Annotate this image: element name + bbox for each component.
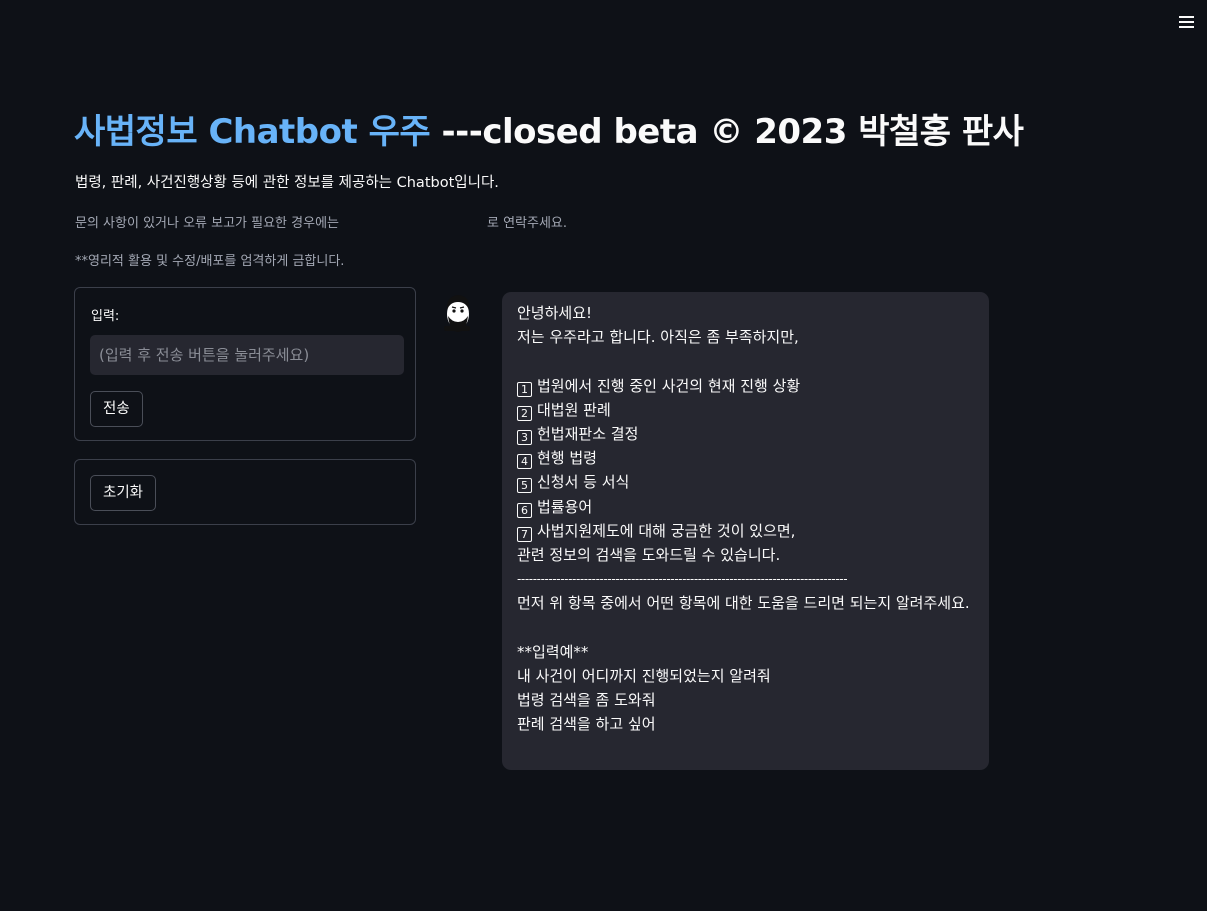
closing-line: 관련 정보의 검색을 도와드릴 수 있습니다.: [517, 546, 781, 565]
usage-notice: **영리적 활용 및 수정/배포를 엄격하게 금합니다.: [75, 254, 345, 269]
example-header: **입력예**: [517, 642, 589, 661]
message-input[interactable]: [90, 335, 404, 375]
input-label: 입력:: [91, 309, 120, 324]
list-item: 6 법률용어: [517, 495, 974, 519]
example-line: 내 사건이 어디까지 진행되었는지 알려줘: [517, 667, 771, 686]
question-line: 먼저 위 항목 중에서 어떤 항목에 대한 도움을 드리면 되는지 알려주세요.: [517, 594, 970, 613]
contact-line: 문의 사항이 있거나 오류 보고가 필요한 경우에는 로 연락주세요.: [75, 212, 567, 231]
list-item-text: 사법지원제도에 대해 궁금한 것이 있으면,: [537, 521, 796, 540]
contact-text-before: 문의 사항이 있거나 오류 보고가 필요한 경우에는: [75, 216, 339, 231]
list-item-text: 대법원 판례: [537, 400, 611, 419]
page-title: 사법정보 Chatbot 우주 ---closed beta © 2023 박철…: [74, 104, 1024, 153]
list-item-text: 법률용어: [537, 497, 593, 516]
keycap-number-icon: 4: [517, 454, 532, 470]
greeting-line: 안녕하세요!: [517, 304, 593, 322]
keycap-number-icon: 5: [517, 478, 532, 494]
input-form: 입력: 전송: [74, 287, 416, 441]
bearded-man-avatar-icon: [438, 292, 476, 334]
example-line: 판례 검색을 하고 싶어: [517, 715, 656, 734]
list-item: 7 사법지원제도에 대해 궁금한 것이 있으면,: [517, 519, 974, 543]
intro-line: 저는 우주라고 합니다. 아직은 좀 부족하지만,: [517, 328, 799, 347]
list-item: 4 현행 법령: [517, 446, 974, 470]
keycap-number-icon: 1: [517, 381, 532, 397]
list-item: 3 헌법재판소 결정: [517, 422, 974, 446]
title-suffix: ---closed beta © 2023 박철홍 판사: [430, 112, 1024, 152]
assistant-message: 안녕하세요! 저는 우주라고 합니다. 아직은 좀 부족하지만, 1 법원에서 진…: [502, 292, 989, 770]
list-item: 2 대법원 판례: [517, 398, 974, 422]
keycap-number-icon: 7: [517, 526, 532, 542]
list-item: 1 법원에서 진행 중인 사건의 현재 진행 상황: [517, 374, 974, 398]
keycap-number-icon: 2: [517, 405, 532, 421]
title-app-name: 사법정보 Chatbot 우주: [74, 112, 431, 152]
list-item-text: 현행 법령: [537, 449, 597, 468]
reset-form: 초기화: [74, 459, 416, 525]
example-line: 법령 검색을 좀 도와줘: [517, 691, 656, 710]
list-item-text: 법원에서 진행 중인 사건의 현재 진행 상황: [537, 376, 801, 395]
reset-button[interactable]: 초기화: [90, 475, 157, 511]
list-item: 5 신청서 등 서식: [517, 470, 974, 494]
keycap-number-icon: 3: [517, 430, 532, 445]
send-button[interactable]: 전송: [90, 391, 143, 427]
hamburger-menu-icon[interactable]: [1177, 12, 1197, 32]
list-item-text: 헌법재판소 결정: [537, 425, 639, 443]
contact-text-after: 로 연락주세요.: [487, 216, 568, 231]
text-divider: ----------------------------------------…: [517, 572, 848, 587]
keycap-number-icon: 6: [517, 502, 532, 518]
list-item-text: 신청서 등 서식: [537, 473, 630, 492]
page-subtitle: 법령, 판례, 사건진행상황 등에 관한 정보를 제공하는 Chatbot입니다…: [75, 175, 499, 191]
